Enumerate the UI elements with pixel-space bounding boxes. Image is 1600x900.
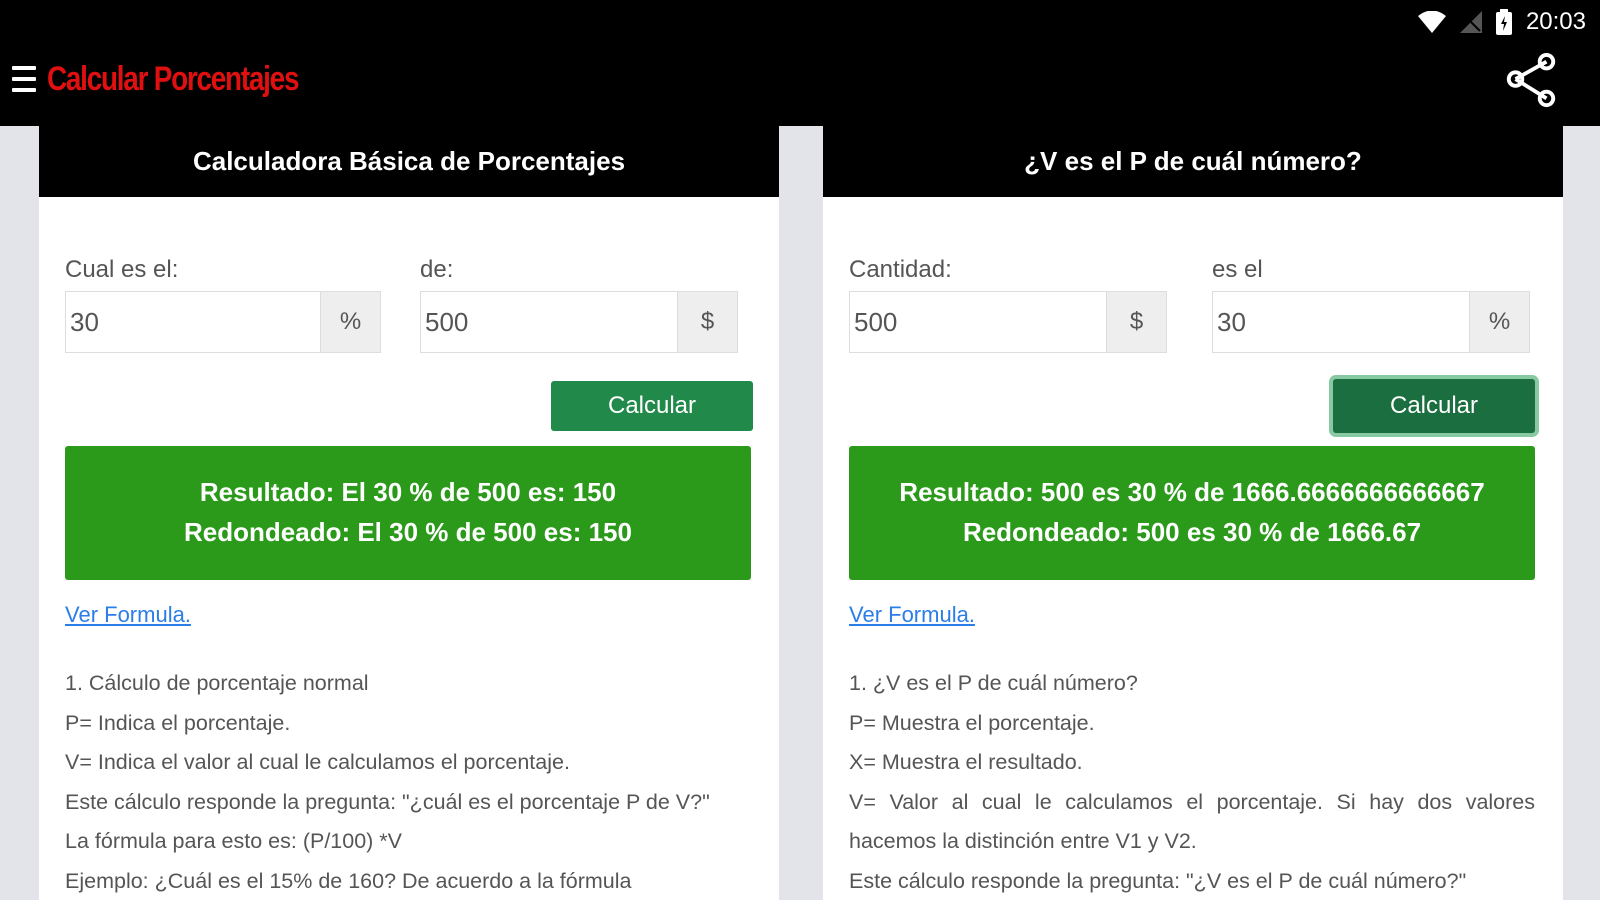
hamburger-menu-icon[interactable]: [12, 66, 36, 96]
view-formula-link[interactable]: Ver Formula.: [65, 602, 191, 628]
description-line: La fórmula para esto es: (P/100) *V: [65, 829, 403, 853]
percent-addon: %: [320, 292, 380, 352]
description-line: P= Indica el porcentaje.: [65, 710, 291, 735]
field-label: es el: [1212, 256, 1263, 283]
percent-addon: %: [1469, 292, 1529, 352]
result-line: Resultado: El 30 % de 500 es: 150: [199, 477, 617, 507]
result-line: Resultado: 500 es 30 % de 1666.666666666…: [899, 477, 1485, 507]
input-value[interactable]: 30: [1213, 292, 1469, 352]
field-label: de:: [420, 256, 454, 283]
input-value[interactable]: 500: [421, 292, 677, 352]
app-bar: Calcular Porcentajes: [0, 44, 1600, 126]
app-title: Calcular Porcentajes: [47, 60, 299, 98]
description-line: 1. Cálculo de porcentaje normal: [65, 671, 369, 695]
percent-input[interactable]: 30 %: [65, 291, 381, 353]
formula-description: 1. Cálculo de porcentaje normal P= Indic…: [65, 664, 751, 900]
description-line: X= Muestra el resultado.: [849, 750, 1083, 774]
view-formula-link[interactable]: Ver Formula.: [849, 602, 975, 628]
no-signal-icon: [1459, 11, 1482, 33]
rounded-result-line: Redondeado: 500 es 30 % de 1666.67: [962, 517, 1422, 547]
field-label: Cual es el:: [65, 256, 179, 283]
rounded-result-line: Redondeado: El 30 % de 500 es: 150: [184, 517, 632, 547]
input-value[interactable]: 500: [850, 292, 1106, 352]
description-line: 1. ¿V es el P de cuál número?: [849, 671, 1138, 695]
card-title: Calculadora Básica de Porcentajes: [39, 126, 779, 197]
calculate-button[interactable]: Calcular: [1333, 379, 1535, 433]
result-box: Resultado: 500 es 30 % de 1666.666666666…: [849, 446, 1535, 580]
field-label: Cantidad:: [849, 256, 952, 283]
status-bar: 20:03: [0, 0, 1600, 44]
input-value[interactable]: 30: [66, 292, 320, 352]
result-box: Resultado: El 30 % de 500 es: 150 Redond…: [65, 446, 751, 580]
dollar-addon: $: [1106, 292, 1166, 352]
wifi-icon: [1417, 11, 1446, 33]
description-line: Este cálculo responde la pregunta: "¿cuá…: [65, 789, 710, 814]
card-title: ¿V es el P de cuál número?: [823, 126, 1563, 197]
amount-input[interactable]: 500 $: [849, 291, 1167, 353]
amount-input[interactable]: 500 $: [420, 291, 738, 353]
share-icon[interactable]: [1502, 52, 1560, 110]
v-is-p-of-what-number-card: ¿V es el P de cuál número? Cantidad: 500…: [823, 126, 1563, 900]
description-line: V= Valor al cual le calculamos el porcen…: [849, 789, 1535, 854]
description-line: P= Muestra el porcentaje.: [849, 710, 1095, 735]
description-line: Ejemplo: ¿Cuál es el 15% de 160? De acue…: [65, 868, 632, 893]
battery-icon: [1495, 9, 1512, 35]
percent-input[interactable]: 30 %: [1212, 291, 1530, 353]
formula-description: 1. ¿V es el P de cuál número? P= Muestra…: [849, 664, 1535, 900]
dollar-addon: $: [677, 292, 737, 352]
basic-percentage-calculator-card: Calculadora Básica de Porcentajes Cual e…: [39, 126, 779, 900]
description-line: V= Indica el valor al cual le calculamos…: [65, 750, 570, 774]
calculate-button[interactable]: Calcular: [551, 381, 753, 431]
status-time: 20:03: [1525, 8, 1586, 35]
description-line: Este cálculo responde la pregunta: "¿V e…: [849, 868, 1467, 893]
